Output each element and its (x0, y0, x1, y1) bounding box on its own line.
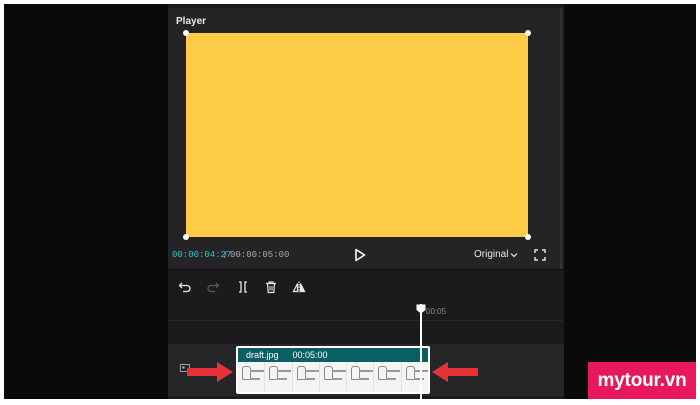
clip-thumbnail (347, 362, 375, 392)
resize-handle-bottom-left[interactable] (183, 234, 189, 240)
chevron-down-icon (511, 252, 518, 257)
total-timecode: 00:00:05:00 (230, 250, 290, 260)
resize-handle-top-right[interactable] (525, 30, 531, 36)
fullscreen-icon[interactable] (534, 249, 546, 261)
aspect-ratio-label: Original (474, 249, 509, 260)
play-icon[interactable] (354, 248, 366, 262)
split-icon[interactable] (236, 280, 250, 294)
clip-thumbnail (265, 362, 293, 392)
video-preview[interactable] (186, 33, 528, 237)
timecode-separator: / (224, 250, 227, 260)
clip-header: draft.jpg 00:05:00 (238, 348, 428, 362)
playhead-line[interactable] (420, 304, 422, 399)
aspect-ratio-dropdown[interactable]: Original (474, 249, 518, 260)
clip-thumbnail (238, 362, 266, 392)
mytour-watermark: mytour.vn (588, 362, 696, 399)
screenshot-frame: Player 00:00:04:27 / 00:00:05:00 Origina… (4, 4, 696, 399)
timeline-ruler[interactable]: 00:05 (168, 302, 564, 321)
current-timecode: 00:00:04:27 (172, 250, 232, 260)
clip-thumbnail (402, 362, 428, 392)
clip-thumbnails (238, 362, 428, 392)
timeline-clip[interactable]: draft.jpg 00:05:00 (236, 346, 430, 394)
clip-thumbnail (293, 362, 320, 392)
clip-thumbnail (320, 362, 348, 392)
mirror-icon[interactable] (292, 280, 306, 294)
timeline-toolbar (168, 278, 564, 298)
clip-thumbnail (374, 362, 402, 392)
editor-window: Player 00:00:04:27 / 00:00:05:00 Origina… (168, 4, 564, 399)
panel-divider (168, 269, 564, 270)
red-arrow-right-icon (187, 362, 233, 382)
player-controls: 00:00:04:27 / 00:00:05:00 Original (168, 242, 564, 266)
player-title: Player (176, 16, 207, 27)
resize-handle-top-left[interactable] (183, 30, 189, 36)
undo-icon[interactable] (178, 280, 192, 294)
resize-handle-bottom-right[interactable] (525, 234, 531, 240)
player-panel: Player 00:00:04:27 / 00:00:05:00 Origina… (168, 8, 564, 269)
trash-icon[interactable] (264, 280, 278, 294)
redo-icon[interactable] (206, 280, 220, 294)
playhead-handle[interactable] (416, 304, 426, 314)
red-arrow-left-icon (432, 362, 478, 382)
clip-name: draft.jpg (246, 350, 279, 360)
player-scrollbar[interactable] (560, 8, 562, 269)
ruler-timestamp: 00:05 (426, 307, 447, 316)
clip-duration: 00:05:00 (292, 350, 328, 360)
